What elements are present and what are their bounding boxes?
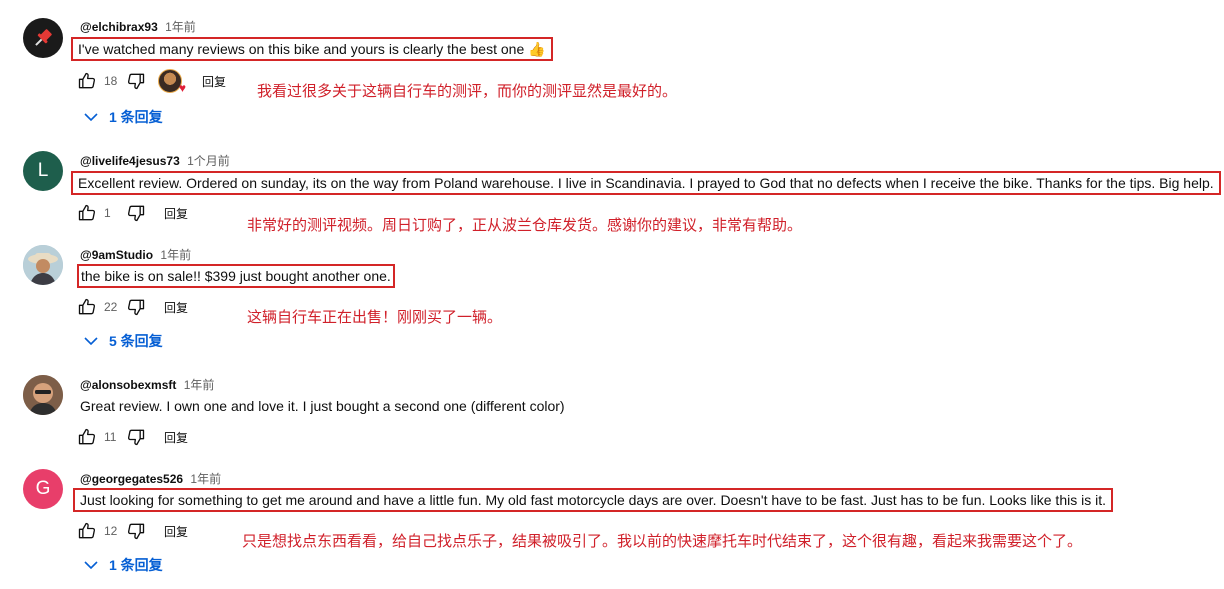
reply-button[interactable]: 回复 [164,205,188,222]
comment-header: @livelife4jesus73 1个月前 [80,152,230,169]
comment-author[interactable]: @georgegates526 [80,472,183,486]
replies-label: 1 条回复 [109,557,163,573]
avatar-letter: G [35,478,51,499]
like-count: 22 [104,300,118,314]
comment-text: I've watched many reviews on this bike a… [71,37,553,61]
comment-author[interactable]: @elchibrax93 [80,20,158,34]
comment-header: @elchibrax93 1年前 [80,18,196,35]
avatar[interactable] [23,245,63,285]
chevron-down-icon [84,561,98,570]
like-count: 1 [104,206,111,220]
like-icon[interactable] [77,203,97,223]
replies-label: 5 条回复 [109,333,163,349]
comment-actions: 1 回复 [77,201,188,225]
comment-header: @9amStudio 1年前 [80,246,191,263]
avatar-letter: L [37,160,49,181]
translation-note: 非常好的测评视频。周日订购了，正从波兰仓库发货。感谢你的建议，非常有帮助。 [247,216,803,234]
comment-actions: 18 ♥ 回复 [77,69,226,95]
reply-button[interactable]: 回复 [164,299,188,316]
comment-text: the bike is on sale!! $399 just bought a… [77,264,395,288]
like-icon[interactable] [77,71,97,91]
reply-button[interactable]: 回复 [164,523,188,540]
dislike-icon[interactable] [126,427,146,447]
chevron-down-icon [84,337,98,346]
comment-time[interactable]: 1年前 [190,472,221,486]
like-count: 18 [104,74,118,88]
like-icon[interactable] [77,521,97,541]
avatar[interactable] [23,375,63,415]
comment-time[interactable]: 1年前 [165,20,196,34]
comment-actions: 11 回复 [77,425,188,449]
dislike-icon[interactable] [126,71,146,91]
comment-text: Just looking for something to get me aro… [73,488,1113,512]
translation-note: 这辆自行车正在出售！刚刚买了一辆。 [247,308,503,326]
creator-heart-badge: ♥ [158,69,186,95]
dislike-icon[interactable] [126,203,146,223]
translation-note: 我看过很多关于这辆自行车的测评，而你的测评显然是最好的。 [257,82,678,100]
comment-author[interactable]: @9amStudio [80,248,153,262]
user-photo-icon [23,245,63,285]
comment-header: @georgegates526 1年前 [80,470,221,487]
view-replies-button[interactable]: 1 条回复 [83,107,163,127]
comment-text: Excellent review. Ordered on sunday, its… [71,171,1221,195]
like-count: 11 [104,430,117,444]
view-replies-button[interactable]: 1 条回复 [83,555,163,575]
comment-actions: 22 回复 [77,295,188,319]
replies-label: 1 条回复 [109,109,163,125]
avatar[interactable] [23,18,63,58]
view-replies-button[interactable]: 5 条回复 [83,331,163,351]
avatar[interactable]: G [23,469,63,509]
pushpin-icon [35,29,52,46]
comment-time[interactable]: 1年前 [160,248,191,262]
like-count: 12 [104,524,118,538]
heart-icon: ♥ [178,81,186,95]
user-photo-icon [23,375,63,415]
comment-time[interactable]: 1年前 [184,378,215,392]
translation-note: 只是想找点东西看看，给自己找点乐子，结果被吸引了。我以前的快速摩托车时代结束了，… [242,532,1083,550]
like-icon[interactable] [77,427,97,447]
comment-text: Great review. I own one and love it. I j… [80,398,565,414]
like-icon[interactable] [77,297,97,317]
reply-button[interactable]: 回复 [164,429,188,446]
comment-author[interactable]: @livelife4jesus73 [80,154,180,168]
comment-actions: 12 回复 [77,519,188,543]
comment-author[interactable]: @alonsobexmsft [80,378,176,392]
reply-button[interactable]: 回复 [202,73,226,90]
avatar[interactable]: L [23,151,63,191]
chevron-down-icon [84,113,98,122]
comment-time[interactable]: 1个月前 [187,154,230,168]
comment-header: @alonsobexmsft 1年前 [80,376,214,393]
dislike-icon[interactable] [126,297,146,317]
dislike-icon[interactable] [126,521,146,541]
